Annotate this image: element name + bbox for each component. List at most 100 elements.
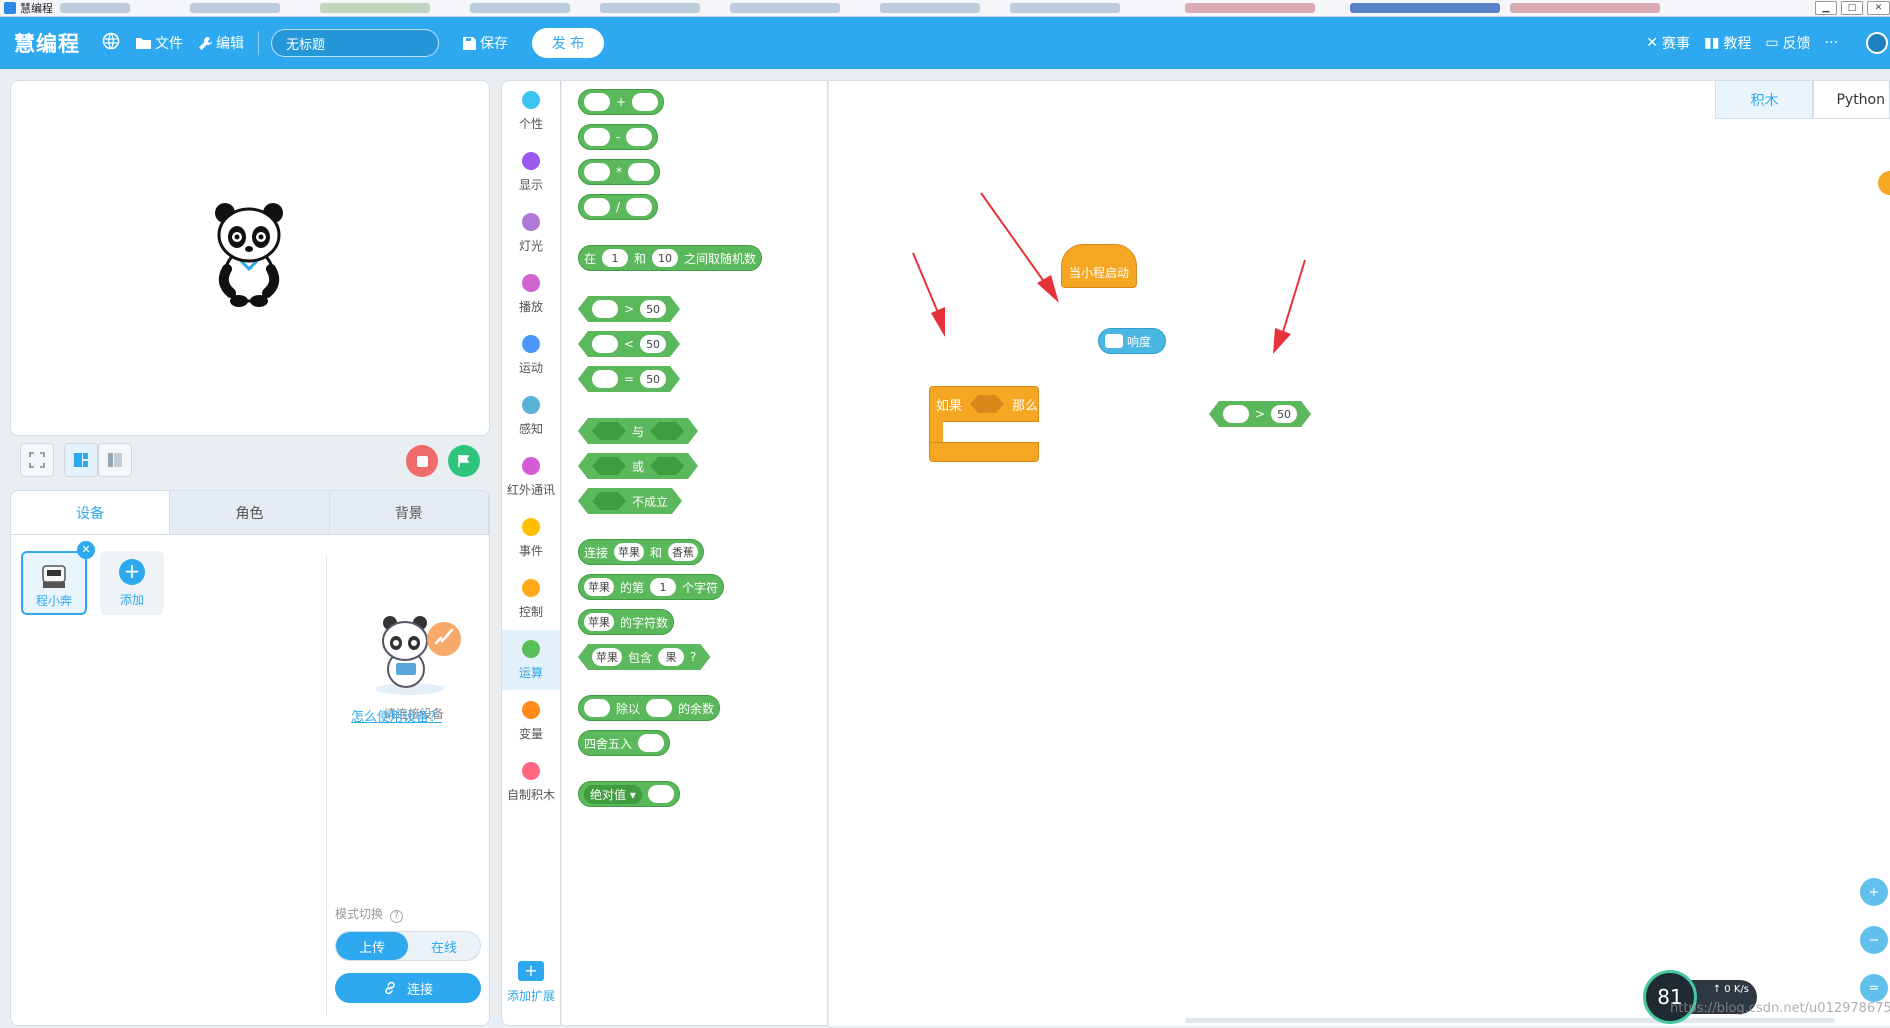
- if-then-block[interactable]: 如果 那么: [929, 386, 1041, 462]
- block-input[interactable]: [592, 335, 618, 353]
- background-tab[interactable]: [730, 3, 840, 13]
- block-round[interactable]: 四舍五入: [578, 730, 671, 756]
- block-input[interactable]: [584, 128, 610, 146]
- background-tab[interactable]: [1185, 3, 1315, 13]
- block-input[interactable]: [1223, 405, 1249, 423]
- block-input[interactable]: [584, 93, 610, 111]
- block-bool-input[interactable]: [650, 422, 684, 440]
- minimize-button[interactable]: ▁: [1815, 1, 1837, 15]
- block-input[interactable]: 50: [640, 335, 666, 353]
- publish-button[interactable]: 发 布: [532, 28, 604, 58]
- block-input[interactable]: [584, 699, 610, 717]
- category-events[interactable]: 事件: [502, 508, 560, 568]
- block-input[interactable]: [592, 370, 618, 388]
- fullscreen-button[interactable]: [20, 443, 54, 477]
- block-input[interactable]: [628, 163, 654, 181]
- connect-button[interactable]: 连接: [335, 973, 481, 1003]
- condition-slot[interactable]: [970, 395, 1004, 413]
- tab-blocks[interactable]: 积木: [1715, 81, 1814, 119]
- block-equals[interactable]: = 50: [578, 366, 680, 392]
- block-input[interactable]: [632, 93, 659, 111]
- category-personality[interactable]: 个性: [502, 81, 560, 141]
- background-tab[interactable]: [600, 3, 700, 13]
- edit-menu[interactable]: 编辑: [199, 33, 244, 53]
- block-input[interactable]: [592, 300, 618, 318]
- block-and[interactable]: 与: [578, 418, 698, 444]
- block-multiply[interactable]: *: [578, 159, 660, 185]
- background-tab[interactable]: [60, 3, 130, 13]
- block-letter-of[interactable]: 苹果 的第 1 个字符: [578, 574, 725, 600]
- user-avatar[interactable]: [1866, 32, 1888, 54]
- block-not[interactable]: 不成立: [578, 488, 682, 514]
- background-tab[interactable]: [320, 3, 430, 13]
- block-math-function[interactable]: 绝对值 ▾: [578, 781, 680, 807]
- events-link[interactable]: ✕ 赛事: [1646, 33, 1690, 53]
- block-input[interactable]: 50: [640, 300, 666, 318]
- close-window-button[interactable]: ✕: [1867, 1, 1890, 15]
- block-length[interactable]: 苹果 的字符数: [578, 609, 675, 635]
- background-tab[interactable]: [190, 3, 280, 13]
- block-input[interactable]: 苹果: [584, 578, 614, 596]
- block-input[interactable]: 苹果: [592, 648, 622, 666]
- block-input[interactable]: [626, 198, 653, 216]
- mode-online-option[interactable]: 在线: [408, 932, 480, 960]
- device-card[interactable]: 程小奔: [21, 551, 87, 615]
- zoom-in-button[interactable]: +: [1860, 878, 1888, 906]
- category-display[interactable]: 显示: [502, 142, 560, 202]
- background-tab[interactable]: [880, 3, 980, 13]
- block-random[interactable]: 在 1 和 10 之间取随机数: [578, 245, 763, 271]
- category-sound[interactable]: 播放: [502, 264, 560, 324]
- zoom-reset-button[interactable]: =: [1860, 974, 1888, 1002]
- category-variables[interactable]: 变量: [502, 691, 560, 751]
- how-to-use-device-link[interactable]: 怎么使用设备？: [351, 706, 442, 725]
- tab-backgrounds[interactable]: 背景: [330, 491, 489, 534]
- block-greater-than[interactable]: >50: [578, 296, 680, 322]
- block-input[interactable]: 1: [650, 578, 677, 596]
- tab-sprites[interactable]: 角色: [170, 491, 330, 534]
- block-bool-input[interactable]: [592, 422, 626, 440]
- stop-button[interactable]: [406, 445, 438, 477]
- loudness-block[interactable]: 响度: [1098, 328, 1166, 354]
- add-extension-button[interactable]: + 添加扩展: [502, 961, 560, 1004]
- math-function-dropdown[interactable]: 绝对值 ▾: [584, 784, 642, 804]
- category-lighting[interactable]: 灯光: [502, 203, 560, 263]
- project-name-input[interactable]: [271, 29, 439, 57]
- block-input[interactable]: 50: [1271, 405, 1297, 423]
- help-icon[interactable]: ?: [389, 910, 403, 923]
- background-tab[interactable]: [1510, 3, 1660, 13]
- block-input[interactable]: 苹果: [614, 543, 645, 561]
- globe-icon[interactable]: [102, 32, 120, 54]
- block-divide[interactable]: /: [578, 194, 659, 220]
- category-infrared[interactable]: 红外通讯: [502, 447, 560, 507]
- background-tab[interactable]: [470, 3, 570, 13]
- feedback-link[interactable]: ▭ 反馈: [1765, 33, 1810, 53]
- block-bool-input[interactable]: [650, 457, 684, 475]
- category-operators[interactable]: 运算: [502, 630, 560, 690]
- small-stage-button[interactable]: [98, 443, 132, 477]
- more-button[interactable]: ···: [1825, 35, 1838, 51]
- category-sensing[interactable]: 感知: [502, 386, 560, 446]
- when-started-block[interactable]: 当小程启动: [1061, 244, 1137, 288]
- block-input[interactable]: 果: [658, 648, 684, 666]
- block-input[interactable]: [626, 128, 653, 146]
- side-collapse-handle[interactable]: [1878, 171, 1890, 195]
- tab-python[interactable]: Python: [1813, 81, 1890, 119]
- category-control[interactable]: 控制: [502, 569, 560, 629]
- block-subtract[interactable]: -: [578, 124, 659, 150]
- background-tab[interactable]: [1350, 3, 1500, 13]
- tab-devices[interactable]: 设备: [11, 491, 171, 534]
- remove-device-button[interactable]: ✕: [77, 541, 95, 559]
- block-input[interactable]: 50: [640, 370, 666, 388]
- add-device-button[interactable]: + 添加: [100, 551, 164, 615]
- background-tab[interactable]: [1010, 3, 1120, 13]
- greater-than-block[interactable]: > 50: [1209, 401, 1311, 427]
- block-input[interactable]: 1: [602, 249, 629, 267]
- block-contains[interactable]: 苹果 包含果?: [578, 644, 710, 670]
- tutorial-link[interactable]: ▮▮ 教程: [1704, 33, 1751, 53]
- block-mod[interactable]: 除以 的余数: [578, 695, 721, 721]
- green-flag-button[interactable]: [448, 445, 480, 477]
- stage-canvas[interactable]: [10, 80, 490, 436]
- block-input[interactable]: [646, 699, 673, 717]
- block-input[interactable]: 10: [652, 249, 679, 267]
- maximize-button[interactable]: □: [1841, 1, 1863, 15]
